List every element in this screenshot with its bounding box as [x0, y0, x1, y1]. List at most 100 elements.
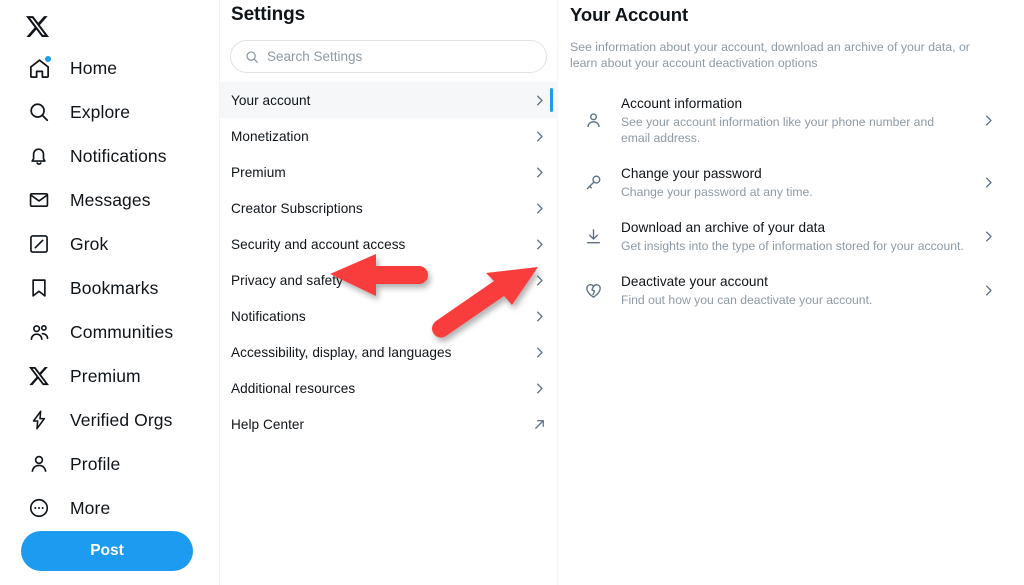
lightning-badge-icon: [26, 407, 52, 433]
settings-item-your-account[interactable]: Your account: [220, 82, 557, 118]
broken-heart-icon: [582, 279, 604, 301]
detail-row-account-information[interactable]: Account information See your account inf…: [570, 86, 996, 155]
sidebar-item-label: Notifications: [70, 145, 167, 166]
sidebar-item-label: Communities: [70, 321, 174, 342]
sidebar-item-profile[interactable]: Profile: [0, 442, 219, 486]
settings-item-security-and-account-access[interactable]: Security and account access: [220, 226, 557, 262]
detail-row-title: Change your password: [621, 165, 762, 181]
settings-item-notifications[interactable]: Notifications: [220, 298, 557, 334]
detail-row-subtitle: Find out how you can deactivate your acc…: [621, 292, 873, 307]
detail-row-texts: Download an archive of your data Get ins…: [621, 219, 964, 254]
chevron-right-icon: [532, 165, 547, 180]
chevron-right-icon: [532, 201, 547, 216]
person-icon: [582, 110, 604, 132]
settings-item-additional-resources[interactable]: Additional resources: [220, 370, 557, 406]
envelope-icon: [26, 187, 52, 213]
sidebar-item-more[interactable]: More: [0, 486, 219, 530]
detail-title: Your Account: [570, 4, 689, 25]
search-settings-box[interactable]: [230, 40, 547, 73]
sidebar-item-label: Explore: [70, 101, 131, 122]
chevron-right-icon: [532, 237, 547, 252]
chevron-right-icon: [981, 175, 996, 190]
x-settings-page: Home Explore Notifications Messages Grok…: [0, 0, 1024, 585]
bookmark-icon: [26, 275, 52, 301]
detail-row-title: Deactivate your account: [621, 273, 768, 289]
settings-item-accessibility-display-and-languages[interactable]: Accessibility, display, and languages: [220, 334, 557, 370]
settings-item-label: Accessibility, display, and languages: [231, 344, 452, 360]
detail-rows: Account information See your account inf…: [570, 86, 996, 317]
settings-item-label: Your account: [231, 92, 311, 108]
search-icon: [245, 50, 259, 64]
chevron-right-icon: [532, 345, 547, 360]
chevron-right-icon: [981, 283, 996, 298]
chevron-right-icon: [532, 309, 547, 324]
detail-row-subtitle: See your account information like your p…: [621, 115, 935, 145]
settings-list: Your account Monetization Premium Creato…: [220, 82, 557, 442]
chevron-right-icon: [532, 273, 547, 288]
primary-sidebar: Home Explore Notifications Messages Grok…: [0, 0, 220, 585]
external-link-icon: [532, 417, 547, 432]
detail-row-deactivate-your-account[interactable]: Deactivate your account Find out how you…: [570, 263, 996, 317]
sidebar-item-label: Bookmarks: [70, 277, 159, 298]
settings-item-label: Security and account access: [231, 236, 406, 252]
sidebar-item-premium[interactable]: Premium: [0, 354, 219, 398]
detail-row-title: Download an archive of your data: [621, 219, 826, 235]
sidebar-item-label: Premium: [70, 365, 141, 386]
person-icon: [26, 451, 52, 477]
detail-row-subtitle: Get insights into the type of informatio…: [621, 238, 964, 253]
sidebar-item-grok[interactable]: Grok: [0, 222, 219, 266]
sidebar-item-verified-orgs[interactable]: Verified Orgs: [0, 398, 219, 442]
detail-row-download-an-archive-of-your-data[interactable]: Download an archive of your data Get ins…: [570, 209, 996, 263]
sidebar-item-label: Profile: [70, 453, 121, 474]
detail-description: See information about your account, down…: [570, 40, 970, 70]
sidebar-item-label: Grok: [70, 233, 109, 254]
home-icon: [26, 55, 52, 81]
settings-item-monetization[interactable]: Monetization: [220, 118, 557, 154]
sidebar-item-messages[interactable]: Messages: [0, 178, 219, 222]
detail-row-texts: Deactivate your account Find out how you…: [621, 273, 964, 308]
sidebar-item-communities[interactable]: Communities: [0, 310, 219, 354]
settings-search-wrapper: [220, 28, 557, 73]
search-input[interactable]: [267, 49, 532, 64]
detail-row-subtitle: Change your password at any time.: [621, 184, 813, 199]
more-circle-icon: [26, 495, 52, 521]
settings-item-label: Monetization: [231, 128, 309, 144]
settings-item-label: Premium: [231, 164, 286, 180]
page-title: Settings: [231, 4, 306, 25]
key-icon: [582, 171, 604, 193]
x-logo-icon: [26, 363, 52, 389]
settings-item-premium[interactable]: Premium: [220, 154, 557, 190]
detail-row-texts: Account information See your account inf…: [621, 95, 964, 146]
settings-item-label: Privacy and safety: [231, 272, 343, 288]
bell-icon: [26, 143, 52, 169]
search-icon: [26, 99, 52, 125]
sidebar-item-label: Messages: [70, 189, 151, 210]
detail-panel: Your Account See information about your …: [558, 0, 1024, 585]
settings-item-label: Creator Subscriptions: [231, 200, 363, 216]
detail-row-title: Account information: [621, 96, 743, 111]
settings-item-creator-subscriptions[interactable]: Creator Subscriptions: [220, 190, 557, 226]
settings-item-help-center[interactable]: Help Center: [220, 406, 557, 442]
sidebar-item-label: More: [70, 497, 111, 518]
x-logo[interactable]: [0, 6, 219, 46]
sidebar-item-home[interactable]: Home: [0, 46, 219, 90]
detail-row-change-your-password[interactable]: Change your password Change your passwor…: [570, 155, 996, 209]
settings-item-label: Additional resources: [231, 380, 356, 396]
sidebar-item-explore[interactable]: Explore: [0, 90, 219, 134]
detail-row-texts: Change your password Change your passwor…: [621, 165, 964, 200]
settings-item-label: Notifications: [231, 308, 306, 324]
sidebar-item-label: Verified Orgs: [70, 409, 173, 430]
sidebar-item-bookmarks[interactable]: Bookmarks: [0, 266, 219, 310]
chevron-right-icon: [981, 113, 996, 128]
sidebar-item-label: Home: [70, 57, 118, 78]
post-button[interactable]: Post: [21, 531, 193, 571]
settings-item-privacy-and-safety[interactable]: Privacy and safety: [220, 262, 557, 298]
grok-icon: [26, 231, 52, 257]
home-notification-dot: [45, 56, 51, 62]
settings-item-label: Help Center: [231, 416, 305, 432]
download-icon: [582, 225, 604, 247]
selected-indicator-bar: [550, 88, 553, 112]
chevron-right-icon: [532, 93, 547, 108]
chevron-right-icon: [981, 229, 996, 244]
sidebar-item-notifications[interactable]: Notifications: [0, 134, 219, 178]
